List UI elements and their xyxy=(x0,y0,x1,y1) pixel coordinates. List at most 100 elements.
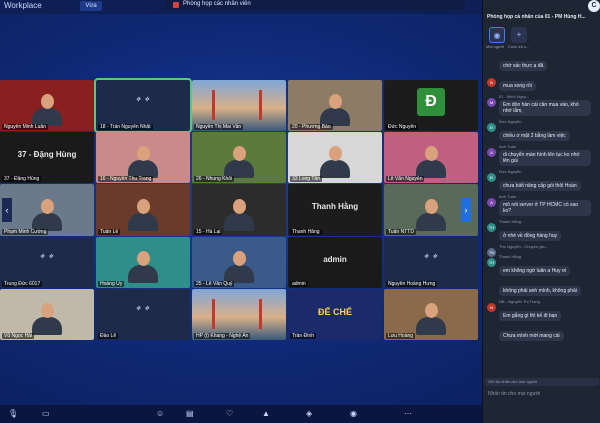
meeting-title-bar: Phòng họp các nhân viên xyxy=(165,0,465,10)
participant-tile[interactable]: ⟡ ⟡ Nguyễn Hoàng Hưng xyxy=(384,236,478,288)
participant-tile[interactable]: Hoàng Uy xyxy=(96,236,190,288)
participant-video xyxy=(224,146,254,179)
chat-bubble: Em đòn hàn cái cân mua vào, khó nhớ lắm, xyxy=(499,99,591,117)
participant-tile[interactable]: Thanh Hằng Thanh Hằng xyxy=(288,184,382,236)
chat-bubble: ở nhé về đồng hàng huy xyxy=(499,231,562,242)
participant-tile[interactable]: admin admin xyxy=(288,236,382,288)
chat-message: A Anh Tuấn di chuyển màn hình lên tục ko n… xyxy=(485,144,599,167)
chat-bubble: chiều ơ mặt 2 bằng làm việc xyxy=(499,131,570,142)
security-icon[interactable]: ◈ xyxy=(306,409,312,418)
avatar: TH xyxy=(487,258,496,267)
participant-tile[interactable]: 20 - Phương Bảo xyxy=(288,80,382,132)
people-icon: ◉ xyxy=(493,31,501,40)
chat-message: TH Thanh Hằng ở nhé về đồng hàng huy xyxy=(485,219,599,242)
avatar: Đ xyxy=(417,88,445,116)
participant-display-name: Thanh Hằng xyxy=(311,202,359,212)
more-icon[interactable]: ⋯ xyxy=(404,409,412,418)
chat-bubble: em không ngờ luân a Huy ơi xyxy=(499,266,571,277)
participant-tile[interactable]: HP (t) Khang - Nghệ An xyxy=(192,288,286,340)
participant-name: 26 - Nhung Khôi xyxy=(194,176,235,183)
plus-icon: + xyxy=(516,30,522,39)
participant-tile[interactable]: Tuấn Lê xyxy=(96,184,190,236)
participant-display-name: admin xyxy=(323,254,347,264)
participant-name: Tuấn Lê xyxy=(98,228,121,235)
participant-name: HP (t) Khang - Nghệ An xyxy=(194,332,251,339)
participant-display-name: ĐẾ CHẾ xyxy=(317,306,352,317)
chat-bubble: Em gắng gì thì kế đi bạn xyxy=(499,311,562,322)
chat-input[interactable]: Nhấn tin cho mọi người xyxy=(485,388,599,400)
participant-tile[interactable]: ⟡ ⟡ Đào Lê xyxy=(96,288,190,340)
chat-sender: Anh Tuấn xyxy=(499,144,517,149)
participant-tile[interactable]: Phạm Minh Cường xyxy=(0,184,94,236)
participant-tile[interactable]: Nguyễn Minh Luân xyxy=(0,80,94,132)
chat-bubble: không phải anh mình, không phải xyxy=(499,286,581,297)
tab-new-chat[interactable]: + xyxy=(511,27,527,43)
share-icon[interactable]: ▲ xyxy=(262,409,270,418)
chat-recipient-selector[interactable]: Gửi tin nhắn cho mọi người xyxy=(485,378,599,386)
chat-message: A Anh Tuấn mô nói server ở TP HCMC có sao … xyxy=(485,194,599,217)
prev-page-button[interactable]: ‹ xyxy=(2,198,12,222)
participant-tile[interactable]: Nguyễn Thị Mai Vân xyxy=(192,80,286,132)
eagle-logo-icon: ⟡ ⟡ xyxy=(39,252,55,260)
tab-new-chat-label: Cuộc trò c... xyxy=(508,44,530,49)
participant-tile[interactable]: 26 - Nhung Khôi xyxy=(192,132,286,184)
participant-name: 16 - Nguyễn Thu Trang xyxy=(98,176,154,183)
profile-icon[interactable]: C xyxy=(588,0,600,12)
participant-video xyxy=(224,250,254,283)
participant-tile[interactable]: ⟡ ⟡ Trung Đức 6017 xyxy=(0,236,94,288)
participant-tile[interactable]: ⟡ ⟡ 18 - Trần Nguyên Nhật xyxy=(94,77,192,134)
eagle-logo-icon: ⟡ ⟡ xyxy=(135,96,151,103)
participant-tile[interactable]: 25 - Lê Văn Quý xyxy=(192,236,286,288)
avatar: A xyxy=(487,148,496,157)
chat-icon[interactable]: ▤ xyxy=(186,409,194,418)
participant-name: Nguyễn Hoàng Hưng xyxy=(386,280,438,287)
chat-message: chờ xác thực ạ đã xyxy=(485,54,599,72)
participant-name: admin xyxy=(290,280,308,287)
participant-name: 25 - Lê Văn Quý xyxy=(194,280,235,287)
participant-tile[interactable]: 37 - Đặng Hùng 37 - Đặng Hùng xyxy=(0,132,94,184)
participant-tile[interactable]: 16 - Nguyễn Thu Trang xyxy=(96,132,190,184)
participant-name: Trần Đình xyxy=(290,332,317,339)
avatar: TH xyxy=(487,223,496,232)
record-icon[interactable]: ◉ xyxy=(350,409,357,418)
next-page-button[interactable]: › xyxy=(461,198,471,222)
avatar: N xyxy=(487,303,496,312)
chat-sender: Đức Nguyễn xyxy=(499,169,522,174)
participant-tile[interactable]: Vũ Ngọc Hải xyxy=(0,288,94,340)
tab-everyone[interactable]: ◉ xyxy=(489,27,505,43)
participant-video xyxy=(128,250,158,283)
workspace-mini-button[interactable]: Vừa xyxy=(80,1,102,11)
avatar: B xyxy=(487,78,496,87)
participant-video xyxy=(416,146,446,179)
participant-tile[interactable]: Lưu Hoàng xyxy=(384,288,478,340)
camera-icon[interactable]: ▭ xyxy=(42,409,50,418)
participant-tile[interactable]: Đ Đức Nguyễn xyxy=(384,80,478,132)
record-indicator-icon xyxy=(173,2,179,8)
participant-video xyxy=(128,198,158,231)
chat-bubble: chưa biết nâng cấp gói thôi Hoàn xyxy=(499,181,581,192)
participant-name: 37 - Đặng Hùng xyxy=(2,176,42,183)
chat-panel-header: Phòng họp cá nhân của 01 - PM Hùng H... xyxy=(487,14,586,20)
participant-tile[interactable]: 15 - Hà Lại xyxy=(192,184,286,236)
participant-name: 18 - Trần Nguyên Nhật xyxy=(98,124,153,131)
participant-name: 15 - Hà Lại xyxy=(194,228,223,235)
participant-display-name: 37 - Đặng Hùng xyxy=(17,150,77,160)
chat-sender: NB - Nguyễn Thị Trang xyxy=(499,299,540,304)
participant-video xyxy=(224,198,254,231)
participant-tile[interactable]: Lê Văn Nguyên xyxy=(384,132,478,184)
participant-tile[interactable]: ĐẾ CHẾ Trần Đình xyxy=(288,288,382,340)
participant-name: Vũ Ngọc Hải xyxy=(2,332,35,339)
meeting-title: Phòng họp các nhân viên xyxy=(183,1,251,7)
chat-sender: Anh Tuấn xyxy=(499,194,517,199)
participant-name: Đào Lê xyxy=(98,332,119,339)
mic-icon[interactable]: 🎙 xyxy=(8,409,18,418)
people-icon[interactable]: ☺ xyxy=(156,409,164,418)
reaction-icon[interactable]: ♡ xyxy=(226,409,233,418)
participant-name: Hoàng Uy xyxy=(98,280,125,287)
chat-message: Chưa mình mới mang cái xyxy=(485,324,599,342)
eagle-logo-icon: ⟡ ⟡ xyxy=(135,304,151,312)
chat-sender: Thanh Hằng xyxy=(499,254,522,259)
chat-message: Bmua xong rồi xyxy=(485,74,599,92)
participant-tile[interactable]: 33 Long Tân xyxy=(288,132,382,184)
participant-video xyxy=(416,198,446,231)
